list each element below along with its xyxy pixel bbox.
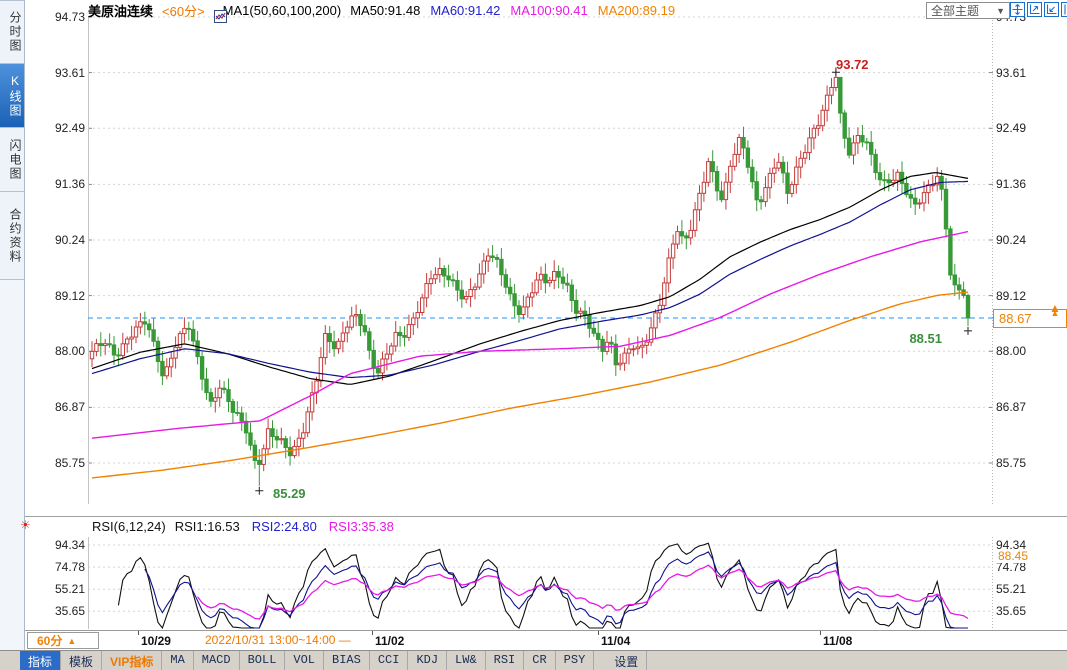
- price-axis-label: 86.87: [996, 400, 1026, 414]
- price-axis-label: 88.00: [996, 344, 1026, 358]
- rsi-value-label: RSI2:24.80: [252, 519, 317, 534]
- time-tick: [598, 631, 599, 635]
- price-axis-label: 92.49: [30, 121, 85, 135]
- price-axis-label: 90.24: [30, 233, 85, 247]
- toolbar-tab-模板[interactable]: 模板: [61, 651, 102, 670]
- time-tick-label: 10/29: [141, 634, 171, 648]
- toolbar-tab-KDJ[interactable]: KDJ: [408, 651, 447, 670]
- price-axis-label: 92.49: [996, 121, 1026, 135]
- instrument-name: 美原油连续: [88, 1, 153, 20]
- ma-value-label: MA200:89.19: [598, 3, 675, 18]
- toolbar-tab-CR[interactable]: CR: [524, 651, 555, 670]
- time-tick: [138, 631, 139, 635]
- price-up-arrow-icon: ▲▲: [1049, 302, 1061, 319]
- toolbar-tab-VIP指标[interactable]: VIP指标: [102, 651, 162, 670]
- ma-value-label: MA50:91.48: [350, 3, 420, 18]
- toolbar-tab-PSY[interactable]: PSY: [556, 651, 595, 670]
- toolbar-tab-MA[interactable]: MA: [162, 651, 193, 670]
- price-axis-label: 85.75: [30, 456, 85, 470]
- rsi-right-tag: 88.45: [996, 549, 1030, 563]
- rsi-axis-label: 35.65: [996, 604, 1026, 618]
- rsi-value-label: RSI3:35.38: [329, 519, 394, 534]
- ma-value-label: MA60:91.42: [430, 3, 500, 18]
- sidebar-tab-K线图[interactable]: K线图: [0, 64, 24, 128]
- time-tick-label: 11/02: [375, 634, 404, 648]
- time-tick-label: 11/08: [823, 634, 852, 648]
- price-axis-label: 90.24: [996, 233, 1026, 247]
- price-axis-label: 85.75: [996, 456, 1026, 470]
- caret-up-icon: ▲: [67, 636, 76, 646]
- candlestick-chart[interactable]: [88, 14, 993, 507]
- sidebar-tab-闪电图[interactable]: 闪电图: [0, 128, 24, 192]
- last-low-annotation: 88.51: [898, 331, 942, 346]
- rsi-axis-label: 35.65: [30, 604, 85, 618]
- toolbar-tab-LW&[interactable]: LW&: [447, 651, 486, 670]
- scale-axis-in-icon[interactable]: [1027, 2, 1042, 17]
- crosshair-time-info: 2022/10/31 13:00~14:00 —: [205, 633, 351, 647]
- rsi-axis-label: 74.78: [30, 560, 85, 574]
- toolbar-tab-指标[interactable]: 指标: [20, 651, 61, 670]
- scale-axis-out-icon[interactable]: [1044, 2, 1059, 17]
- price-axis-label: 89.12: [30, 289, 85, 303]
- toolbar-tab-BOLL[interactable]: BOLL: [240, 651, 286, 670]
- pane-divider[interactable]: [25, 516, 1067, 517]
- toolbar-tab-设置[interactable]: 设置: [606, 651, 647, 670]
- theme-selector[interactable]: 全部主题 ▼: [926, 2, 1010, 19]
- ma-value-label: MA100:90.41: [510, 3, 587, 18]
- price-axis-label: 94.73: [30, 10, 85, 24]
- caret-down-icon: ▼: [996, 6, 1005, 16]
- ma-settings-label: MA1(50,60,100,200): [223, 3, 342, 18]
- price-axis-label: 89.12: [996, 289, 1026, 303]
- chart-tool-icons: [1010, 2, 1067, 17]
- sidebar-tab-合约资料[interactable]: 合约资料: [0, 192, 24, 280]
- price-axis-label: 93.61: [30, 66, 85, 80]
- toolbar-tab-MACD[interactable]: MACD: [194, 651, 240, 670]
- rsi-axis-label: 55.21: [996, 582, 1026, 596]
- move-crosshair-icon[interactable]: [1010, 2, 1025, 17]
- chart-type-sidebar: 分时图K线图闪电图合约资料: [0, 0, 25, 650]
- price-axis-label: 93.61: [996, 66, 1026, 80]
- rsi-value-label: RSI1:16.53: [175, 519, 240, 534]
- toolbar-tab-VOL[interactable]: VOL: [285, 651, 324, 670]
- ma-readout: MA50:91.48 MA60:91.42 MA100:90.41 MA200:89.…: [350, 3, 675, 18]
- theme-selector-label: 全部主题: [931, 2, 979, 19]
- pan-right-icon[interactable]: [1061, 2, 1067, 17]
- time-axis: 60分 ▲ 2022/10/31 13:00~14:00 — 10/29 11/0…: [25, 630, 1067, 650]
- rsi-readout: RSI1:16.53 RSI2:24.80 RSI3:35.38: [175, 519, 394, 534]
- toolbar-tab-CCI[interactable]: CCI: [370, 651, 409, 670]
- rsi-chart[interactable]: [88, 537, 993, 629]
- low-annotation: 85.29: [273, 486, 306, 501]
- toolbar-tab-RSI[interactable]: RSI: [486, 651, 525, 670]
- indicator-toolbar: 指标模板VIP指标MAMACDBOLLVOLBIASCCIKDJLW&RSICR…: [0, 650, 1067, 670]
- price-axis-label: 91.36: [30, 177, 85, 191]
- price-axis-label: 91.36: [996, 177, 1026, 191]
- rsi-axis-label: 55.21: [30, 582, 85, 596]
- rsi-header: RSI(6,12,24) RSI1:16.53 RSI2:24.80 RSI3:35…: [92, 519, 394, 534]
- rsi-axis-label: 94.34: [30, 538, 85, 552]
- price-axis-label: 88.00: [30, 344, 85, 358]
- time-tick: [820, 631, 821, 635]
- sidebar-tab-分时图[interactable]: 分时图: [0, 0, 24, 64]
- period-selector[interactable]: 60分 ▲: [27, 632, 99, 649]
- rsi-settings-label: RSI(6,12,24): [92, 519, 166, 534]
- indicator-sun-icon[interactable]: ☀: [20, 518, 31, 532]
- period-tag: <60分>: [162, 1, 205, 20]
- price-axis-label: 86.87: [30, 400, 85, 414]
- toolbar-tab-BIAS[interactable]: BIAS: [324, 651, 370, 670]
- chart-header: 美原油连续 <60分> MA1(50,60,100,200) MA50:91.4…: [88, 0, 675, 20]
- high-annotation: 93.72: [836, 57, 869, 72]
- period-label: 60分: [37, 632, 62, 649]
- time-tick-label: 11/04: [601, 634, 630, 648]
- time-tick: [372, 631, 373, 635]
